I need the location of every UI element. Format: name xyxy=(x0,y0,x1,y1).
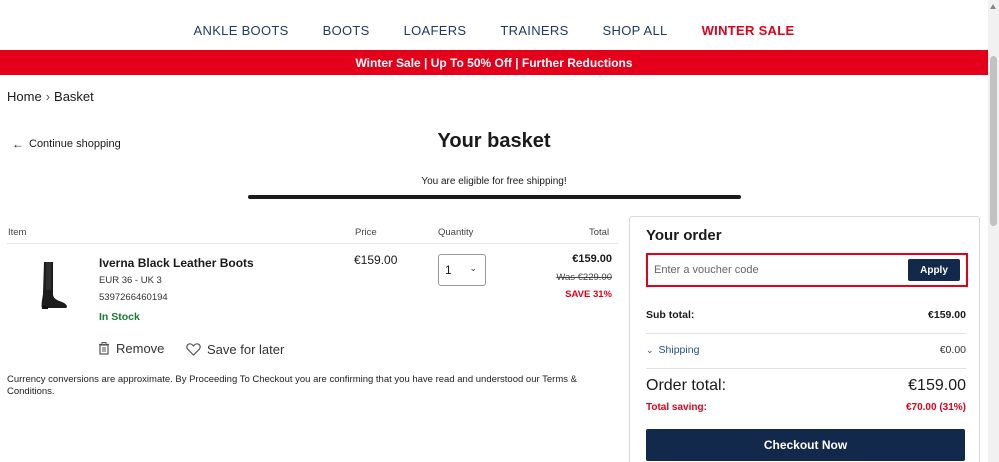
save-for-later-label: Save for later xyxy=(207,342,285,357)
was-price: Was €229.00 xyxy=(556,272,612,283)
order-total-row: Order total: €159.00 xyxy=(646,377,966,395)
stock-status: In Stock xyxy=(99,311,140,323)
shipping-label[interactable]: Shipping xyxy=(659,344,700,356)
order-total-label: Order total: xyxy=(646,377,727,394)
quantity-select[interactable]: 1 ⌄ xyxy=(438,254,486,286)
header-quantity: Quantity xyxy=(438,227,474,238)
nav-trainers[interactable]: TRAINERS xyxy=(500,23,568,38)
promo-banner-text: Winter Sale | Up To 50% Off | Further Re… xyxy=(355,55,633,70)
remove-label: Remove xyxy=(116,341,165,356)
subtotal-row: Sub total: €159.00 xyxy=(646,309,966,321)
breadcrumb: Home › Basket xyxy=(7,89,94,104)
nav-boots[interactable]: BOOTS xyxy=(323,23,370,38)
voucher-input[interactable] xyxy=(654,264,894,276)
product-price: €159.00 xyxy=(354,253,398,267)
nav-winter-sale[interactable]: WINTER SALE xyxy=(702,23,795,38)
breadcrumb-home[interactable]: Home xyxy=(7,89,42,104)
breadcrumb-current: Basket xyxy=(54,89,94,104)
product-image[interactable] xyxy=(36,260,70,310)
product-name[interactable]: Iverna Black Leather Boots xyxy=(99,256,254,270)
nav-ankle-boots[interactable]: ANKLE BOOTS xyxy=(194,23,289,38)
scroll-up-arrow-icon[interactable] xyxy=(990,4,996,9)
header-total: Total xyxy=(589,227,610,238)
currency-disclaimer: Currency conversions are approximate. By… xyxy=(7,374,577,397)
breadcrumb-separator: › xyxy=(45,89,51,104)
header-price: Price xyxy=(355,227,377,238)
top-navigation: ANKLE BOOTS BOOTS LOAFERS TRAINERS SHOP … xyxy=(0,0,988,50)
nav-shop-all[interactable]: SHOP ALL xyxy=(603,23,668,38)
product-sku: 5397266460194 xyxy=(99,292,168,303)
free-shipping-message: You are eligible for free shipping! xyxy=(421,176,567,187)
scroll-thumb[interactable] xyxy=(990,56,997,226)
trash-icon xyxy=(99,342,109,355)
order-summary-panel: Your order Apply Sub total: €159.00 ⌄ Shi… xyxy=(629,216,980,462)
product-total: €159.00 xyxy=(572,253,612,265)
chevron-down-icon: ⌄ xyxy=(646,345,654,355)
voucher-form: Apply xyxy=(646,253,968,287)
remove-button[interactable]: Remove xyxy=(98,341,164,356)
save-for-later-button[interactable]: Save for later xyxy=(186,342,284,357)
shipping-row[interactable]: ⌄ Shipping €0.00 xyxy=(646,344,966,356)
table-header-divider xyxy=(7,243,618,244)
nav-loafers[interactable]: LOAFERS xyxy=(404,23,467,38)
total-saving-value: €70.00 (31%) xyxy=(905,402,966,413)
subtotal-label: Sub total: xyxy=(646,309,695,321)
page-scrollbar[interactable] xyxy=(988,0,999,462)
product-size: EUR 36 - UK 3 xyxy=(99,275,162,286)
quantity-value: 1 xyxy=(445,263,452,277)
promo-banner[interactable]: Winter Sale | Up To 50% Off | Further Re… xyxy=(0,50,988,75)
order-total-value: €159.00 xyxy=(908,377,966,394)
total-saving-label: Total saving: xyxy=(646,402,707,413)
free-shipping-progress-bar xyxy=(248,195,741,199)
order-divider xyxy=(646,333,966,334)
checkout-button[interactable]: Checkout Now xyxy=(646,429,965,461)
order-divider xyxy=(646,368,966,369)
header-item: Item xyxy=(8,227,27,238)
order-summary-title: Your order xyxy=(646,227,722,244)
subtotal-value: €159.00 xyxy=(928,309,966,321)
chevron-down-icon: ⌄ xyxy=(469,263,477,273)
page-title: Your basket xyxy=(437,130,551,152)
apply-voucher-button[interactable]: Apply xyxy=(908,259,960,281)
save-percentage: SAVE 31% xyxy=(565,289,612,300)
total-saving-row: Total saving: €70.00 (31%) xyxy=(646,402,966,413)
shipping-value: €0.00 xyxy=(939,344,966,356)
heart-icon xyxy=(186,343,201,356)
